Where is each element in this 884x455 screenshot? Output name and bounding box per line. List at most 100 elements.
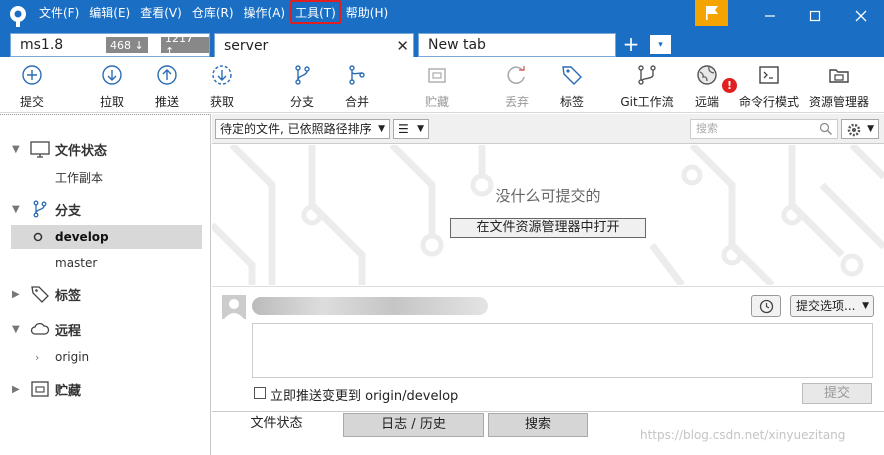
search-input[interactable]: 搜索: [690, 119, 838, 139]
behind-count-badge: 468 ↓: [106, 37, 148, 53]
sidebar-section-branches[interactable]: ▼ 分支: [0, 197, 210, 221]
tag-icon: [31, 286, 49, 303]
chevron-right-icon[interactable]: ›: [35, 351, 39, 364]
tab-label: New tab: [428, 37, 486, 53]
push-immediately-checkbox[interactable]: [254, 387, 266, 399]
tab-close-icon[interactable]: ✕: [396, 37, 409, 55]
commit-message-input[interactable]: [252, 323, 873, 378]
commit-button[interactable]: 提交: [2, 63, 62, 110]
push-button[interactable]: 推送: [137, 63, 197, 110]
sidebar-item-origin[interactable]: › origin: [11, 345, 202, 369]
flag-icon: [705, 6, 718, 20]
sidebar-item-develop[interactable]: develop: [11, 225, 202, 249]
maximize-button[interactable]: [792, 0, 837, 32]
sidebar-item-master[interactable]: master: [11, 251, 202, 275]
merge-icon: [349, 65, 365, 85]
minimize-button[interactable]: [747, 0, 792, 32]
git-flow-icon: [638, 65, 656, 85]
current-branch-icon: [33, 232, 43, 242]
tab-log-history[interactable]: 日志 / 历史: [343, 413, 484, 437]
commit-history-button[interactable]: [751, 295, 781, 317]
sidebar-item-working-copy[interactable]: 工作副本: [11, 165, 202, 189]
stash-icon: [31, 381, 49, 397]
menu-help[interactable]: 帮助(H): [341, 0, 393, 24]
menu-file[interactable]: 文件(F): [34, 0, 84, 24]
staging-area: 没什么可提交的 在文件资源管理器中打开: [212, 145, 884, 285]
list-view-icon: ☰: [398, 122, 409, 136]
merge-button[interactable]: 合并: [327, 63, 387, 110]
empty-state-message: 没什么可提交的: [495, 187, 601, 205]
tab-ms18[interactable]: ms1.8 468 ↓ 1217 ↑: [10, 32, 210, 58]
pull-icon: [102, 65, 122, 85]
add-tab-button[interactable]: +: [619, 33, 643, 55]
watermark: https://blog.csdn.net/xinyuezitang: [640, 428, 846, 442]
pull-button[interactable]: 拉取: [82, 63, 142, 110]
commit-submit-button[interactable]: 提交: [802, 383, 872, 404]
chevron-down-icon: ▼: [867, 124, 874, 134]
chevron-down-icon: ▼: [417, 124, 424, 134]
terminal-button[interactable]: 命令行模式: [739, 63, 799, 110]
sidebar-section-tags[interactable]: ▶ 标签: [0, 282, 210, 306]
sort-dropdown[interactable]: 待定的文件, 已依照路径排序 ▼: [215, 119, 390, 139]
gear-icon: [847, 123, 861, 137]
stash-icon: [428, 68, 446, 83]
open-in-explorer-button[interactable]: 在文件资源管理器中打开: [450, 218, 646, 238]
menu-actions[interactable]: 操作(A): [239, 0, 291, 24]
push-immediately-label: 立即推送变更到 origin/develop: [270, 389, 459, 404]
tag-icon: [562, 66, 582, 85]
tab-label: server: [224, 37, 269, 54]
menu-bar: 文件(F) 编辑(E) 查看(V) 仓库(R) 操作(A) 工具(T) 帮助(H…: [34, 0, 393, 24]
close-icon: [855, 10, 866, 22]
tab-file-status[interactable]: 文件状态: [215, 413, 338, 437]
stash-button[interactable]: 贮藏: [407, 63, 467, 110]
cloud-icon: [30, 322, 50, 335]
circuit-background-pattern: [212, 145, 884, 285]
explorer-button[interactable]: 资源管理器: [809, 63, 869, 110]
push-icon: [157, 65, 177, 85]
sidebar-section-remotes[interactable]: ▼ 远程: [0, 317, 210, 341]
close-button[interactable]: [838, 0, 883, 32]
menu-view[interactable]: 查看(V): [135, 0, 187, 24]
tab-search[interactable]: 搜索: [488, 413, 588, 437]
avatar: [222, 295, 246, 319]
sidebar: ▼ 文件状态 工作副本 ▼ 分支 develop master ▶ 标签 ▼ 远…: [0, 114, 211, 455]
chevron-right-icon[interactable]: ▶: [12, 384, 20, 395]
branch-icon: [295, 65, 310, 85]
menu-tools[interactable]: 工具(T): [290, 0, 341, 24]
remote-alert-badge: !: [722, 78, 737, 93]
fetch-button[interactable]: 获取: [192, 63, 252, 110]
minimize-icon: [764, 15, 775, 17]
clock-icon: [759, 299, 774, 314]
ahead-count-badge: 1217 ↑: [161, 32, 209, 58]
menu-repository[interactable]: 仓库(R): [187, 0, 239, 24]
maximize-icon: [809, 10, 820, 22]
chevron-down-icon: ▼: [378, 124, 385, 134]
user-icon: [224, 299, 244, 319]
tab-new[interactable]: New tab: [418, 33, 616, 57]
chevron-down-icon[interactable]: ▼: [12, 204, 20, 215]
git-flow-button[interactable]: Git工作流: [617, 63, 677, 110]
toolbar: 提交 拉取 推送 获取 分支 合并 贮藏 丢弃 标签 Git工作流 远端 命令行…: [0, 57, 884, 113]
chevron-down-icon[interactable]: ▼: [12, 324, 20, 335]
flag-button[interactable]: [695, 0, 728, 26]
sidebar-section-stashes[interactable]: ▶ 贮藏: [0, 377, 210, 401]
chevron-right-icon[interactable]: ▶: [12, 289, 20, 300]
tag-button[interactable]: 标签: [542, 63, 602, 110]
chevron-down-icon: ▼: [862, 301, 869, 311]
sidebar-section-file-status[interactable]: ▼ 文件状态: [0, 137, 210, 161]
view-mode-dropdown[interactable]: ☰ ▼: [393, 119, 429, 139]
tab-bar: ms1.8 468 ↓ 1217 ↑ server ✕ New tab + ▾: [0, 32, 884, 58]
discard-icon: [507, 66, 525, 84]
fetch-icon: [212, 65, 232, 85]
chevron-down-icon[interactable]: ▼: [12, 144, 20, 155]
tab-server[interactable]: server ✕: [214, 33, 414, 57]
terminal-icon: [759, 66, 779, 84]
remote-icon: [697, 65, 717, 85]
tab-menu-button[interactable]: ▾: [650, 35, 671, 54]
commit-options-dropdown[interactable]: 提交选项... ▼: [790, 295, 874, 317]
branch-button[interactable]: 分支: [272, 63, 332, 110]
author-name-redacted: [252, 297, 488, 315]
discard-button[interactable]: 丢弃: [487, 63, 547, 110]
menu-edit[interactable]: 编辑(E): [84, 0, 135, 24]
settings-dropdown[interactable]: ▼: [841, 119, 879, 139]
